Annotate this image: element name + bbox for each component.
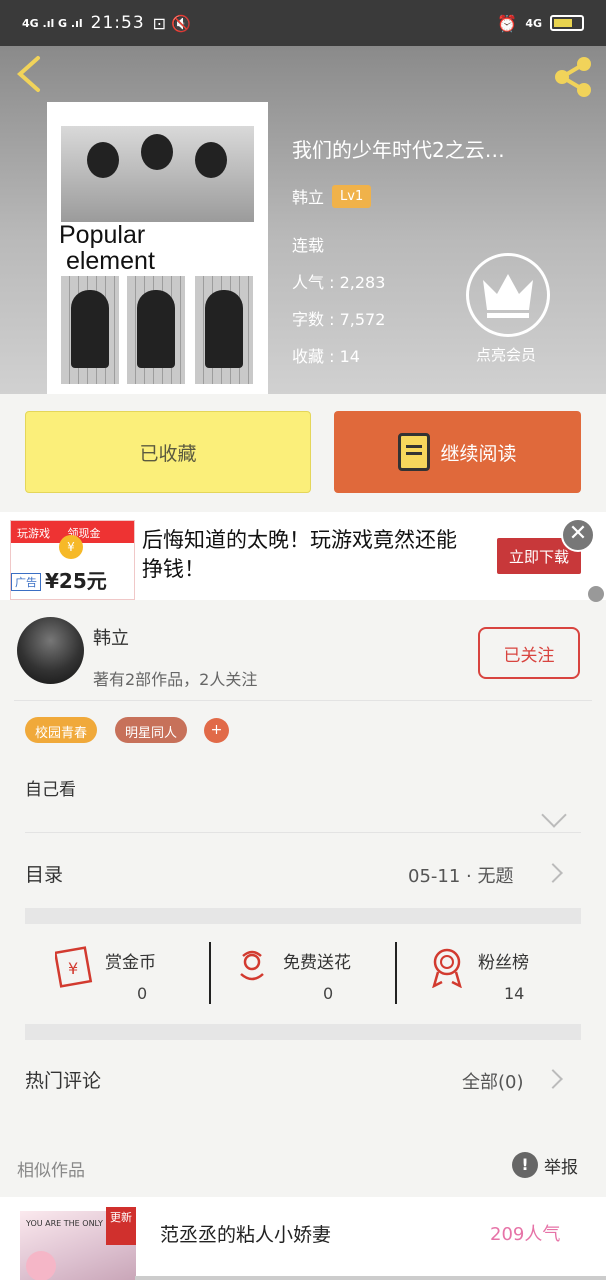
- author-name[interactable]: 韩立: [93, 624, 129, 650]
- book-words: 字数 : 7,572: [292, 310, 386, 329]
- tag-fanfic[interactable]: 明星同人: [115, 717, 188, 743]
- scroll-indicator: [135, 1276, 606, 1280]
- signal-icon: 4G .ıl G .ıl: [22, 16, 83, 30]
- share-icon: [555, 57, 591, 97]
- divider: [395, 942, 397, 1004]
- chevron-down-icon[interactable]: [541, 802, 567, 828]
- book-author[interactable]: 韩立: [292, 184, 324, 208]
- coin-icon: ¥: [59, 535, 83, 559]
- section-separator: [25, 908, 581, 924]
- ad-tag: 广告: [11, 573, 41, 591]
- app-notification-icon: ⊡ 🔇: [152, 13, 192, 33]
- divider: [25, 832, 581, 833]
- collected-button[interactable]: 已收藏: [25, 411, 311, 493]
- recommended-book-title[interactable]: 范丞丞的粘人小娇妻: [160, 1220, 331, 1247]
- free-flowers[interactable]: 免费送花 0: [233, 940, 413, 1006]
- book-intro: 自己看: [25, 780, 76, 800]
- fan-ranking[interactable]: 粉丝榜 14: [428, 940, 606, 1006]
- ad-image: 玩游戏 领现金 ¥ ¥25元 广告: [10, 520, 135, 600]
- recommended-book-popularity: 209人气: [490, 1224, 561, 1245]
- chevron-right-icon[interactable]: [543, 1069, 563, 1089]
- network-label: 4G: [525, 16, 542, 30]
- chevron-left-icon: [16, 56, 40, 92]
- section-separator: [25, 1024, 581, 1040]
- catalog-label[interactable]: 目录: [25, 860, 63, 887]
- author-level-badge: Lv1: [332, 184, 372, 208]
- ad-headline: 后悔知道的太晚！玩游戏竟然还能挣钱！: [142, 528, 457, 581]
- cover-photo: [61, 126, 254, 222]
- cover-title: Popular element: [59, 221, 155, 275]
- book-collects: 收藏 : 14: [292, 347, 360, 366]
- continue-reading-button[interactable]: 继续阅读: [334, 411, 581, 493]
- latest-chapter[interactable]: 05-11 · 无题: [408, 862, 513, 888]
- similar-works-label: 相似作品: [17, 1161, 85, 1181]
- hot-comments-label: 热门评论: [25, 1070, 102, 1092]
- chevron-right-icon[interactable]: [543, 863, 563, 883]
- book-header: Popular element 我们的少年时代2之云… 韩立 Lv1 连载 人气…: [0, 46, 606, 394]
- author-meta: 著有2部作品，2人关注: [93, 670, 258, 689]
- share-button[interactable]: [550, 54, 596, 100]
- back-button[interactable]: [14, 54, 54, 94]
- report-button[interactable]: ! 举报: [512, 1152, 578, 1178]
- vip-button[interactable]: [466, 253, 550, 337]
- reward-coins[interactable]: ¥ 赏金币 0: [55, 940, 235, 1006]
- popularity-value: 2,283: [339, 273, 386, 292]
- collects-value: 14: [339, 347, 360, 366]
- medal-icon: [432, 948, 462, 988]
- divider: [209, 942, 211, 1004]
- update-badge: 更新: [106, 1207, 136, 1245]
- all-comments-link[interactable]: 全部(0): [462, 1068, 524, 1094]
- red-envelope-icon: ¥: [55, 946, 93, 988]
- book-title: 我们的少年时代2之云…: [292, 138, 505, 162]
- clock: 21:53: [90, 13, 145, 33]
- ad-info-icon[interactable]: [588, 586, 604, 602]
- alert-icon: !: [512, 1152, 538, 1178]
- author-avatar[interactable]: [17, 617, 84, 684]
- tag-campus[interactable]: 校园青春: [25, 717, 98, 743]
- book-icon: [398, 433, 431, 471]
- svg-text:¥: ¥: [68, 959, 78, 978]
- ad-banner[interactable]: 玩游戏 领现金 ¥ ¥25元 广告 后悔知道的太晚！玩游戏竟然还能挣钱！ 立即下…: [0, 512, 606, 602]
- battery-icon: [550, 15, 584, 31]
- book-status: 连载: [292, 236, 325, 255]
- vip-label: 点亮会员: [476, 346, 537, 364]
- words-value: 7,572: [339, 310, 386, 329]
- ad-close-icon[interactable]: ✕: [561, 518, 595, 552]
- add-tag-button[interactable]: +: [204, 718, 229, 743]
- book-cover[interactable]: Popular element: [47, 102, 268, 394]
- follow-button[interactable]: 已关注: [478, 627, 580, 679]
- crown-icon: [483, 274, 533, 318]
- alarm-icon: ⏰: [497, 13, 518, 33]
- flower-icon: [240, 950, 264, 981]
- book-popularity: 人气 : 2,283: [292, 273, 386, 292]
- divider: [14, 700, 592, 701]
- status-bar: 4G .ıl G .ıl 21:53 ⊡ 🔇 ⏰ 4G: [0, 0, 606, 46]
